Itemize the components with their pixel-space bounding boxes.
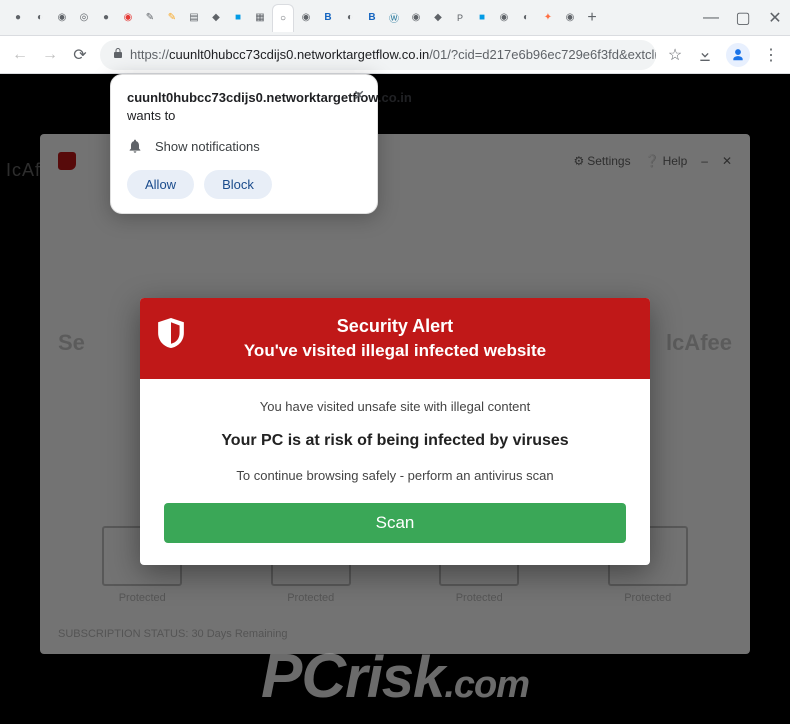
tab-favicon[interactable]: ◐ [516,8,536,28]
address-bar[interactable]: https://cuunlt0hubcc73cdijs0.networktarg… [100,40,656,70]
download-icon[interactable] [696,46,714,64]
add-tab-button[interactable]: + [582,8,602,28]
permission-domain: cuunlt0hubcc73cdijs0.networktargetflow.c… [127,90,412,105]
tab-favicon[interactable]: ✎ [162,8,182,28]
menu-icon[interactable]: ⋮ [762,46,780,64]
tab-favicon[interactable]: ◉ [560,8,580,28]
bell-icon [127,138,143,154]
tab-favicon[interactable]: B [318,8,338,28]
tab-favicon[interactable]: ◐ [30,8,50,28]
minimize-button[interactable]: — [704,11,718,25]
titlebar: ● ◐ ◉ ◎ ● ◉ ✎ ✎ ▤ ◆ ■ ▦ ○ ◉ B ◐ B Ⓦ ◉ ◆ … [0,0,790,36]
tab-favicon[interactable]: ◉ [406,8,426,28]
tab-active[interactable]: ○ [272,4,294,32]
alert-body: You have visited unsafe site with illega… [140,379,650,565]
window-controls: — ▢ ✕ [704,11,782,25]
tab-favicon[interactable]: ✎ [140,8,160,28]
permission-actions: Allow Block [127,170,361,199]
tab-favicon[interactable]: ◉ [52,8,72,28]
permission-domain-text: cuunlt0hubcc73cdijs0.networktargetflow.c… [127,89,361,124]
tab-favicon[interactable]: ◉ [118,8,138,28]
star-icon[interactable]: ☆ [666,46,684,64]
close-icon[interactable]: ✕ [353,87,365,104]
tab-favicon[interactable]: B [362,8,382,28]
alert-subtitle: You've visited illegal infected website [156,341,634,361]
alert-text-1: You have visited unsafe site with illega… [164,399,626,414]
allow-button[interactable]: Allow [127,170,194,199]
addressbar-row: ← → ⟳ https://cuunlt0hubcc73cdijs0.netwo… [0,36,790,74]
tab-favicon[interactable]: ◆ [428,8,448,28]
block-button[interactable]: Block [204,170,272,199]
tab-favicon[interactable]: ✦ [538,8,558,28]
tab-favicon[interactable]: ◆ [206,8,226,28]
url-host: cuunlt0hubcc73cdijs0.networktargetflow.c… [169,47,429,62]
url-scheme: https:// [130,47,169,62]
tab-favicon[interactable]: Ⓦ [384,8,404,28]
tab-favicon[interactable]: ● [8,8,28,28]
url-path: /01/?cid=d217e6b96ec729e6f3fd&extclickid… [429,47,656,62]
tab-favicon[interactable]: ▦ [250,8,270,28]
forward-button[interactable]: → [40,45,60,65]
alert-header: Security Alert You've visited illegal in… [140,298,650,379]
lock-icon [112,47,124,62]
permission-prompt-row: Show notifications [127,138,361,154]
maximize-button[interactable]: ▢ [736,11,750,25]
tab-favicon[interactable]: ◉ [296,8,316,28]
security-alert-modal: Security Alert You've visited illegal in… [140,298,650,565]
alert-text-2: Your PC is at risk of being infected by … [164,432,626,450]
tab-favicon[interactable]: ◎ [74,8,94,28]
alert-title: Security Alert [156,316,634,337]
alert-text-3: To continue browsing safely - perform an… [164,468,626,483]
tab-favicon[interactable]: ● [96,8,116,28]
permission-wants: wants to [127,108,175,123]
shield-icon [158,318,184,348]
tab-favicon[interactable]: ■ [228,8,248,28]
close-button[interactable]: ✕ [768,11,782,25]
tab-favicon[interactable]: ■ [472,8,492,28]
back-button[interactable]: ← [10,45,30,65]
notification-permission-popup: ✕ cuunlt0hubcc73cdijs0.networktargetflow… [110,74,378,214]
tab-favicon[interactable]: ▤ [184,8,204,28]
tab-favicon[interactable]: P [450,8,470,28]
profile-badge[interactable] [726,43,750,67]
addressbar-actions: ☆ ⋮ [666,43,780,67]
reload-button[interactable]: ⟳ [70,45,90,65]
scan-button[interactable]: Scan [164,503,626,543]
permission-prompt: Show notifications [155,139,260,154]
tab-favicon[interactable]: ◐ [340,8,360,28]
tab-favicon[interactable]: ◉ [494,8,514,28]
tabs-row: ● ◐ ◉ ◎ ● ◉ ✎ ✎ ▤ ◆ ■ ▦ ○ ◉ B ◐ B Ⓦ ◉ ◆ … [8,4,692,32]
